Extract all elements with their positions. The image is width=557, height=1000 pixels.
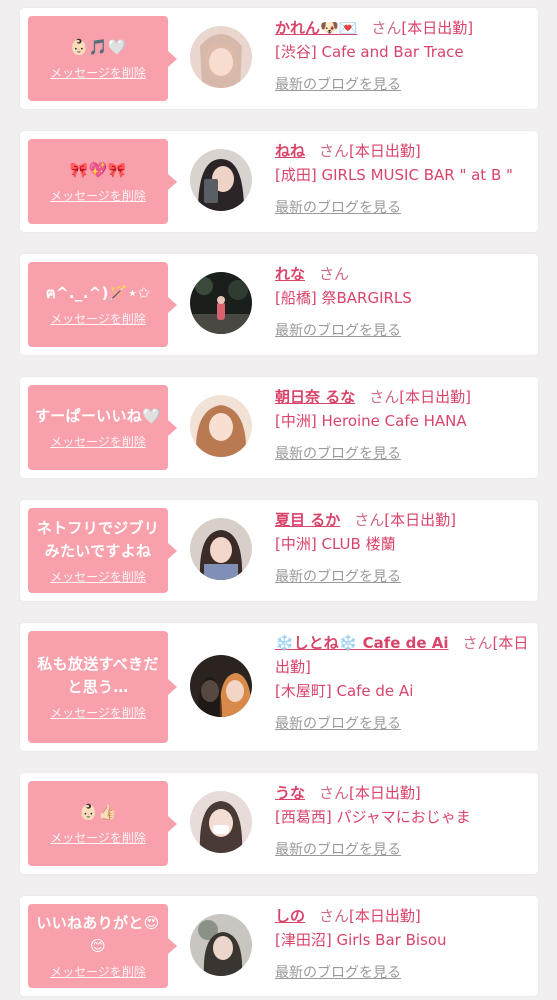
status-badge: [本日出勤] bbox=[349, 784, 421, 802]
profile-name-link[interactable]: しの bbox=[275, 907, 305, 925]
message-card: いいねありがと😍😊 メッセージを削除 しの さん[本日出勤] [津田沼] Girl… bbox=[20, 896, 538, 996]
honorific: さん bbox=[369, 388, 400, 406]
profile-info: 朝日奈 るな さん[本日出勤] [中洲] Heroine Cafe HANA 最新… bbox=[275, 385, 532, 463]
message-text: ネトフリでジブリみたいですよね bbox=[36, 518, 160, 560]
message-card: 私も放送すべきだと思う… メッセージを削除 ❄️しとね❄️ Cafe de Ai… bbox=[20, 623, 538, 751]
profile-name-link[interactable]: ❄️しとね❄️ Cafe de Ai bbox=[275, 634, 449, 652]
profile-info: ねね さん[本日出勤] [成田] GIRLS MUSIC BAR " at B "… bbox=[275, 139, 532, 217]
status-badge: [本日出勤] bbox=[399, 388, 471, 406]
message-card: ネトフリでジブリみたいですよね メッセージを削除 夏目 るか さん[本日出勤] [… bbox=[20, 500, 538, 601]
delete-message-link[interactable]: メッセージを削除 bbox=[50, 433, 146, 450]
delete-message-link[interactable]: メッセージを削除 bbox=[50, 568, 146, 585]
profile-name-link[interactable]: れな bbox=[275, 265, 305, 283]
honorific: さん bbox=[354, 511, 385, 529]
honorific: さん bbox=[319, 907, 350, 925]
message-card: 👶🏻👍🏻 メッセージを削除 うな さん[本日出勤] [西葛西] パジャマにおじゃま… bbox=[20, 773, 538, 874]
latest-blog-link[interactable]: 最新のブログを見る bbox=[275, 839, 401, 859]
message-text: すーぱーいいね🤍 bbox=[34, 407, 162, 425]
message-bubble: ネトフリでジブリみたいですよね メッセージを削除 bbox=[28, 508, 177, 593]
status-badge: [本日出勤] bbox=[401, 19, 474, 37]
avatar[interactable] bbox=[190, 272, 252, 334]
avatar[interactable] bbox=[190, 655, 252, 717]
profile-info: うな さん[本日出勤] [西葛西] パジャマにおじゃま 最新のブログを見る bbox=[275, 781, 532, 859]
message-text: 私も放送すべきだと思う… bbox=[37, 655, 159, 696]
delete-message-link[interactable]: メッセージを削除 bbox=[50, 310, 146, 327]
profile-name-link[interactable]: 朝日奈 るな bbox=[275, 388, 355, 406]
profile-name-link[interactable]: かれん🐶💌 bbox=[275, 19, 357, 37]
shop-label: [渋谷] Cafe and Bar Trace bbox=[275, 43, 464, 61]
message-bubble: ฅ^._.^)🪄⋆✩ メッセージを削除 bbox=[28, 262, 177, 347]
message-text: 👶🏻👍🏻 bbox=[79, 803, 117, 821]
profile-info: しの さん[本日出勤] [津田沼] Girls Bar Bisou 最新のブログを… bbox=[275, 904, 532, 982]
profile-info: れな さん [船橋] 祭BARGIRLS 最新のブログを見る bbox=[275, 262, 532, 340]
latest-blog-link[interactable]: 最新のブログを見る bbox=[275, 74, 401, 94]
delete-message-link[interactable]: メッセージを削除 bbox=[50, 704, 146, 721]
delete-message-link[interactable]: メッセージを削除 bbox=[50, 187, 146, 204]
delete-message-link[interactable]: メッセージを削除 bbox=[50, 829, 146, 846]
message-bubble: すーぱーいいね🤍 メッセージを削除 bbox=[28, 385, 177, 470]
shop-label: [津田沼] Girls Bar Bisou bbox=[275, 931, 447, 949]
message-text: 👶🏻🎵🤍 bbox=[69, 38, 127, 56]
message-list: 👶🏻🎵🤍 メッセージを削除 かれん🐶💌 さん[本日出勤] [渋谷] Cafe an… bbox=[0, 0, 557, 1000]
avatar[interactable] bbox=[190, 149, 252, 211]
message-text: いいねありがと😍😊 bbox=[36, 914, 160, 955]
shop-label: [船橋] 祭BARGIRLS bbox=[275, 289, 412, 307]
profile-name-link[interactable]: 夏目 るか bbox=[275, 511, 340, 529]
message-bubble: 私も放送すべきだと思う… メッセージを削除 bbox=[28, 631, 177, 743]
message-card: ฅ^._.^)🪄⋆✩ メッセージを削除 れな さん [船橋] 祭BARGIRLS … bbox=[20, 254, 538, 355]
shop-label: [成田] GIRLS MUSIC BAR " at B " bbox=[275, 166, 513, 184]
delete-message-link[interactable]: メッセージを削除 bbox=[50, 64, 146, 81]
message-card: 👶🏻🎵🤍 メッセージを削除 かれん🐶💌 さん[本日出勤] [渋谷] Cafe an… bbox=[20, 8, 538, 109]
latest-blog-link[interactable]: 最新のブログを見る bbox=[275, 443, 401, 463]
honorific: さん bbox=[319, 142, 350, 160]
status-badge: [本日出勤] bbox=[384, 511, 456, 529]
message-bubble: 👶🏻👍🏻 メッセージを削除 bbox=[28, 781, 177, 866]
honorific: さん bbox=[319, 265, 350, 283]
latest-blog-link[interactable]: 最新のブログを見る bbox=[275, 713, 401, 733]
honorific: さん bbox=[319, 784, 350, 802]
delete-message-link[interactable]: メッセージを削除 bbox=[50, 963, 146, 980]
profile-info: ❄️しとね❄️ Cafe de Ai さん[本日出勤] [木屋町] Cafe de… bbox=[275, 631, 532, 733]
latest-blog-link[interactable]: 最新のブログを見る bbox=[275, 962, 401, 982]
status-badge: [本日出勤] bbox=[349, 907, 421, 925]
avatar[interactable] bbox=[190, 914, 252, 976]
message-card: 🎀💖🎀 メッセージを削除 ねね さん[本日出勤] [成田] GIRLS MUSIC… bbox=[20, 131, 538, 232]
profile-info: かれん🐶💌 さん[本日出勤] [渋谷] Cafe and Bar Trace 最新… bbox=[275, 16, 532, 94]
honorific: さん bbox=[462, 634, 493, 652]
avatar[interactable] bbox=[190, 791, 252, 853]
message-bubble: いいねありがと😍😊 メッセージを削除 bbox=[28, 904, 177, 988]
honorific: さん bbox=[371, 19, 402, 37]
status-badge: [本日出勤] bbox=[349, 142, 421, 160]
latest-blog-link[interactable]: 最新のブログを見る bbox=[275, 197, 401, 217]
latest-blog-link[interactable]: 最新のブログを見る bbox=[275, 566, 401, 586]
avatar[interactable] bbox=[190, 395, 252, 457]
message-card: すーぱーいいね🤍 メッセージを削除 朝日奈 るな さん[本日出勤] [中洲] He… bbox=[20, 377, 538, 478]
avatar[interactable] bbox=[190, 26, 252, 88]
profile-name-link[interactable]: ねね bbox=[275, 142, 305, 160]
message-bubble: 👶🏻🎵🤍 メッセージを削除 bbox=[28, 16, 177, 101]
profile-info: 夏目 るか さん[本日出勤] [中洲] CLUB 楼蘭 最新のブログを見る bbox=[275, 508, 532, 586]
shop-label: [中洲] Heroine Cafe HANA bbox=[275, 412, 467, 430]
profile-name-link[interactable]: うな bbox=[275, 784, 305, 802]
shop-label: [西葛西] パジャマにおじゃま bbox=[275, 808, 471, 826]
shop-label: [中洲] CLUB 楼蘭 bbox=[275, 535, 396, 553]
message-text: 🎀💖🎀 bbox=[69, 161, 127, 179]
shop-label: [木屋町] Cafe de Ai bbox=[275, 682, 414, 700]
avatar[interactable] bbox=[190, 518, 252, 580]
message-text: ฅ^._.^)🪄⋆✩ bbox=[45, 284, 151, 302]
latest-blog-link[interactable]: 最新のブログを見る bbox=[275, 320, 401, 340]
message-bubble: 🎀💖🎀 メッセージを削除 bbox=[28, 139, 177, 224]
